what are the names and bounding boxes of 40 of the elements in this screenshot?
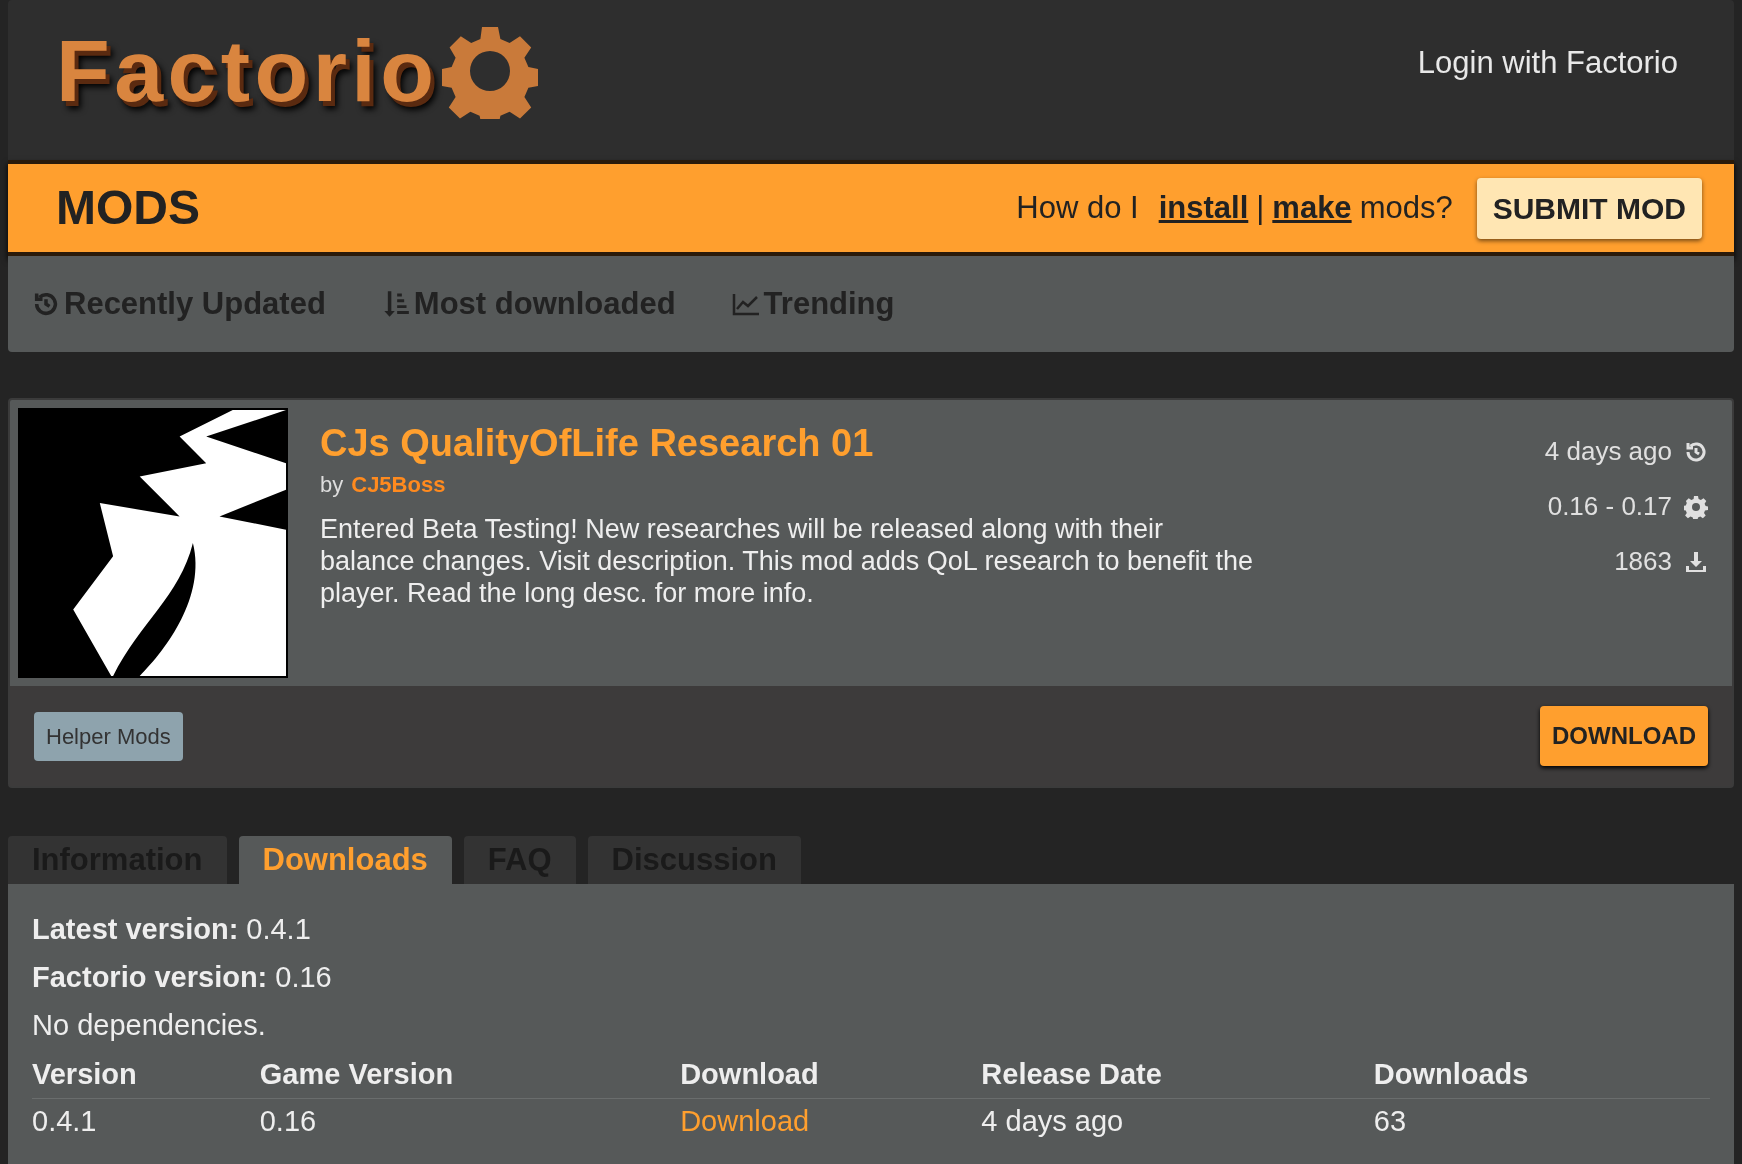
tab[interactable]: Downloads [238,836,452,884]
make-link[interactable]: make [1272,184,1352,232]
table-cell: 4 days ago [981,1098,1374,1144]
mod-summary: Entered Beta Testing! New researches will be released along with their balance changes. Visit description. This mod adds QoL research to benefit the player. Read the long desc. for more info. [320,512,1255,609]
info-label: Factorio version: [32,960,268,995]
gear-icon [1684,494,1708,519]
mod-stat: 0.16 - 0.17 [1547,490,1672,523]
dependencies-text: No dependencies. [32,1008,267,1043]
mod-stat: 4 days ago [1544,435,1672,468]
download-icon [1684,549,1708,574]
column-header: Release Date [981,1052,1374,1098]
separator: | [1256,188,1265,227]
sort-link[interactable]: Trending [731,280,895,328]
help-text: How do I [1016,188,1139,227]
sort-link[interactable]: Most downloaded [381,280,676,328]
info-value: 0.16 [275,960,332,995]
login-link[interactable]: Login with Factorio [1417,40,1678,160]
help-text: mods? [1359,188,1453,227]
sort-link[interactable]: Recently Updated [32,280,326,328]
history-icon [32,290,60,318]
download-link[interactable]: Download [680,1104,810,1137]
table-cell: 0.16 [259,1098,681,1144]
author-link[interactable]: CJ5Boss [351,467,446,501]
info-value: 0.4.1 [246,912,311,947]
download-button[interactable]: DOWNLOAD [1540,706,1708,766]
info-label: Latest version: [32,912,239,947]
mod-title[interactable]: CJs QualityOfLife Research 01 [320,420,1513,468]
install-link[interactable]: install [1158,184,1249,232]
page-title: MODS [56,180,200,236]
table-cell: 0.4.1 [32,1098,260,1144]
column-header: Download [680,1052,982,1098]
column-header: Downloads [1373,1052,1710,1098]
site-logo[interactable]: Factorio [56,5,439,137]
by-label: by [320,470,344,499]
submit-mod-button[interactable]: SUBMIT MOD [1476,177,1702,239]
column-header: Game Version [259,1052,681,1098]
table-cell: 63 [1373,1098,1710,1144]
mod-stat: 1863 [1614,545,1672,578]
category-tag[interactable]: Helper Mods [34,711,183,761]
column-header: Version [32,1052,260,1098]
